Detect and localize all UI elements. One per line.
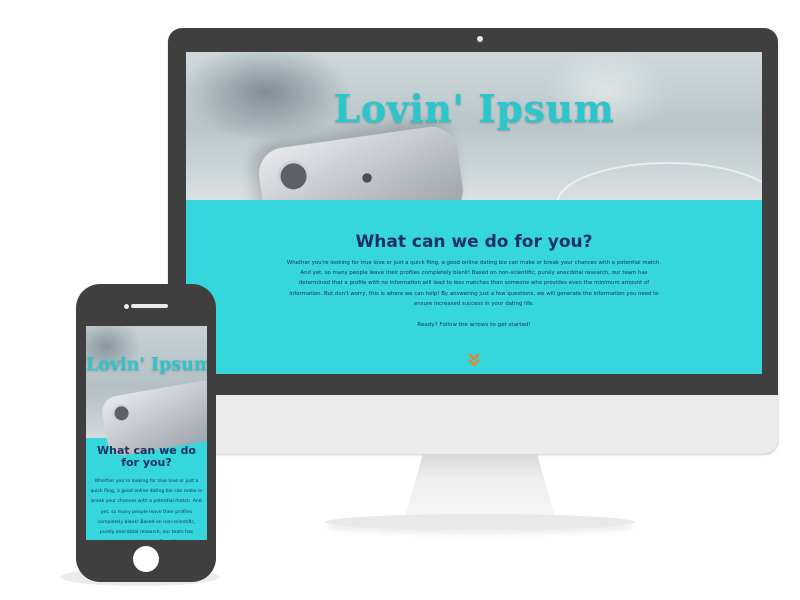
phone-site-title: Lovin' Ipsum	[86, 355, 207, 375]
hero-banner: ● Lovin' Ipsum	[186, 52, 762, 246]
section-heading: What can we do for you?	[355, 232, 593, 252]
phone-speaker	[131, 304, 168, 308]
apple-icon: ●	[358, 163, 376, 190]
phone-intro-paragraph: Whether you're looking for true love or …	[90, 479, 203, 536]
desktop-screen: ● Lovin' Ipsum What can we do for you? W…	[186, 52, 762, 374]
phone-section-heading: What can we do for you?	[97, 444, 196, 469]
monitor-stand-base	[325, 514, 635, 530]
phone-camera	[124, 304, 129, 309]
phone-hero-banner: Lovin' Ipsum	[86, 326, 207, 458]
camera-lens-icon	[275, 158, 312, 195]
call-to-action-text: Ready? Follow the arrows to get started!	[417, 322, 531, 328]
double-chevron-down-icon[interactable]	[467, 353, 481, 367]
monitor-chin	[168, 395, 778, 454]
phone-screen: Lovin' Ipsum What can we do for you? Whe…	[86, 326, 207, 540]
monitor-stand-neck	[405, 454, 555, 516]
monitor-camera	[477, 36, 483, 42]
phone-intro-section: What can we do for you? Whether you're l…	[86, 438, 207, 540]
camera-lens-icon	[111, 402, 132, 424]
site-title: Lovin' Ipsum	[333, 86, 615, 131]
phone-home-button[interactable]	[133, 546, 159, 572]
intro-section: What can we do for you? Whether you're l…	[186, 200, 762, 374]
intro-paragraph: Whether you're looking for true love or …	[286, 260, 662, 307]
